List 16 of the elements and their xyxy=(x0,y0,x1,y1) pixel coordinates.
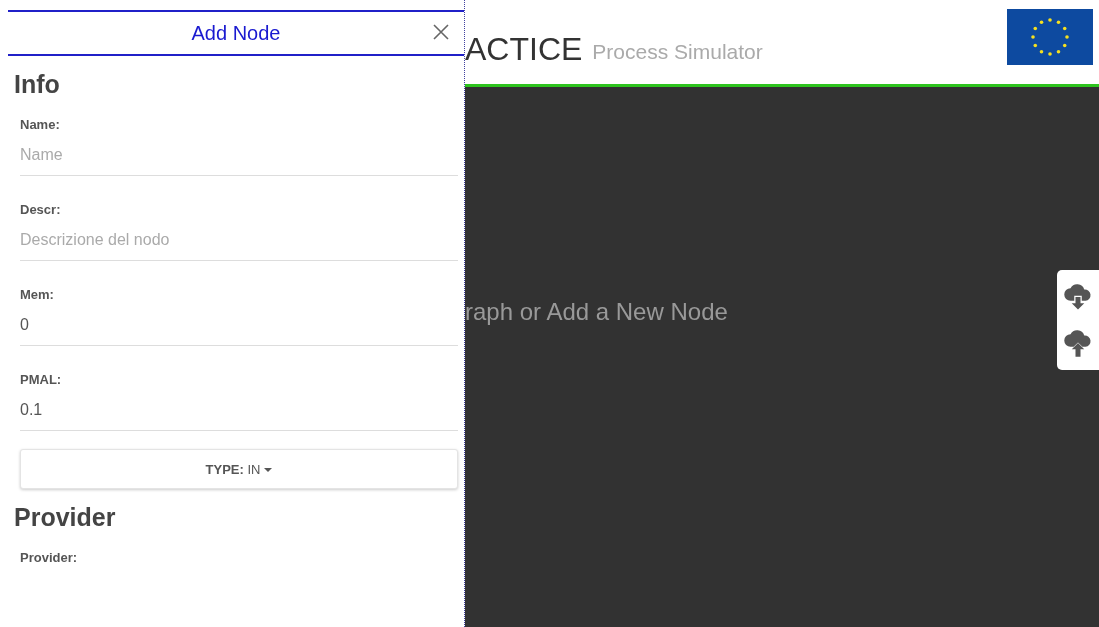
type-dropdown[interactable]: TYPE: IN xyxy=(20,449,458,489)
section-heading: Provider xyxy=(14,503,117,532)
input-field[interactable]: Name xyxy=(20,142,458,176)
input-field[interactable]: 0.1 xyxy=(20,397,458,431)
input-field[interactable]: Descrizione del nodo xyxy=(20,227,458,261)
input-field[interactable]: 0 xyxy=(20,312,458,346)
field-label: PMAL: xyxy=(20,372,63,387)
field-label: Name: xyxy=(20,117,61,132)
panel-title: Add Node xyxy=(191,21,281,45)
field-label: Provider: xyxy=(20,550,79,565)
field-label: Mem: xyxy=(20,287,55,302)
app-title: ACTICE xyxy=(465,30,583,68)
field-label: Descr: xyxy=(20,202,62,217)
empty-canvas-message: raph or Add a New Node xyxy=(465,298,728,326)
app-subtitle: Process Simulator xyxy=(592,40,763,64)
section-heading: Info xyxy=(14,70,61,99)
